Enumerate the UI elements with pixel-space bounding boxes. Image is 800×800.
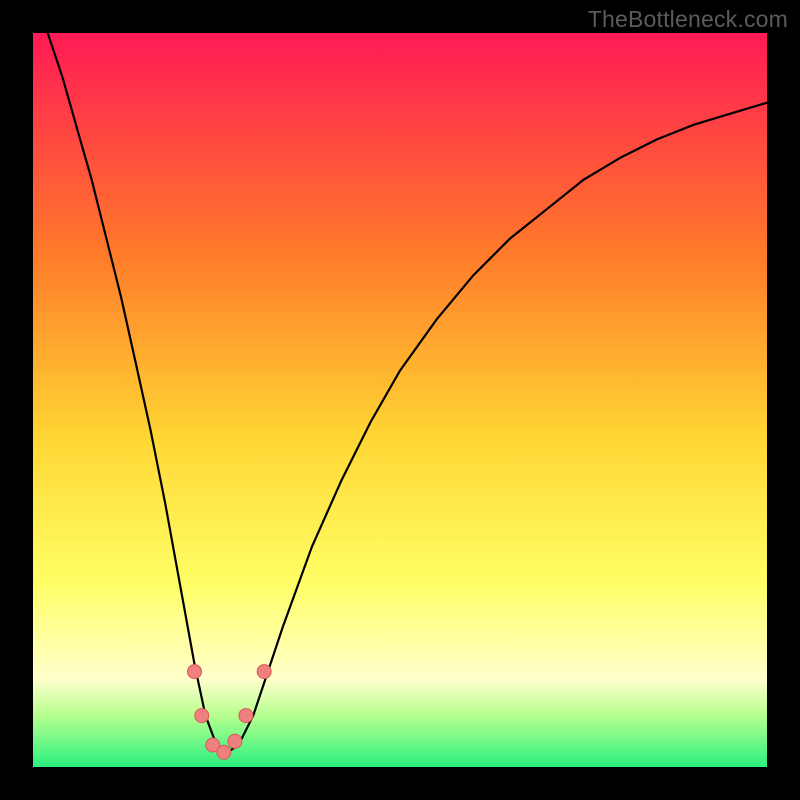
- marker-dot: [217, 745, 231, 759]
- watermark-text: TheBottleneck.com: [588, 6, 788, 33]
- marker-dot: [239, 709, 253, 723]
- chart-frame: TheBottleneck.com: [0, 0, 800, 800]
- marker-dot: [195, 709, 209, 723]
- bottleneck-chart: [33, 33, 767, 767]
- marker-dot: [228, 734, 242, 748]
- marker-dot: [188, 665, 202, 679]
- marker-dot: [257, 665, 271, 679]
